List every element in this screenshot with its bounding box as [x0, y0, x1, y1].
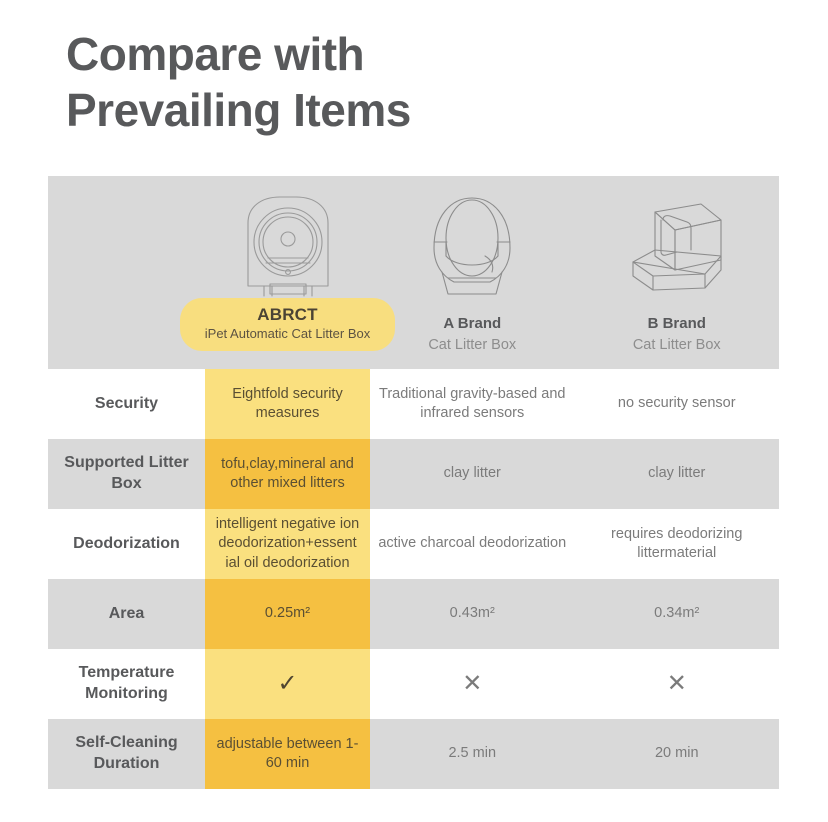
cell-brand-b-deodorization: requires deodorizing littermaterial [611, 525, 743, 561]
row-label-self-cleaning-duration: Self-Cleaning Duration [75, 734, 178, 772]
a-brand-litter-box-icon [422, 190, 522, 298]
page-title-line-1: Compare with [66, 28, 365, 80]
cell-brand-a-temperature-monitoring: ✕ [370, 649, 575, 719]
row-label-security: Security [94, 394, 159, 412]
abrct-litter-box-icon [230, 190, 346, 298]
comparison-table: ABRCT iPet Automatic Cat Litter Box A Br… [48, 176, 779, 790]
cell-abrct-area: 0.25m² [205, 579, 370, 649]
cross-icon: ✕ [462, 670, 483, 697]
cell-brand-b-security: no security sensor [617, 395, 736, 412]
cell-brand-a-self-cleaning-duration: 2.5 min [448, 745, 497, 762]
cross-icon: ✕ [666, 670, 687, 697]
cell-brand-b-area: 0.34m² [654, 605, 700, 622]
cell-brand-a-security: Traditional gravity-based and infrared s… [379, 385, 566, 421]
a-brand-subtitle: Cat Litter Box [428, 337, 517, 354]
row-label-temperature-monitoring: Temperature Monitoring [78, 664, 175, 702]
cell-abrct-supported-litter-box: tofu,clay,mineral and other mixed litter… [205, 439, 370, 509]
header-corner-spacer [48, 176, 205, 369]
row-label-area: Area [108, 604, 145, 622]
product-header-brand-a: A Brand Cat Litter Box [370, 176, 575, 369]
cell-abrct-security: Eightfold security measures [205, 369, 370, 439]
cell-brand-a-supported-litter-box: clay litter [443, 465, 501, 482]
product-header-abrct: ABRCT iPet Automatic Cat Litter Box [180, 176, 395, 369]
cell-abrct-self-cleaning-duration: adjustable between 1-60 min [205, 719, 370, 789]
b-brand-label: B Brand Cat Litter Box [633, 314, 721, 356]
table-row: Security Eightfold security measures Tra… [48, 369, 779, 439]
b-brand-litter-box-icon [625, 190, 729, 298]
abrct-brand-name: ABRCT [257, 305, 318, 324]
table-row: Self-Cleaning Duration adjustable betwee… [48, 719, 779, 789]
cell-brand-b-temperature-monitoring: ✕ [575, 649, 780, 719]
b-brand-subtitle: Cat Litter Box [632, 337, 721, 354]
cell-brand-b-self-cleaning-duration: 20 min [654, 745, 699, 762]
row-label-deodorization: Deodorization [73, 534, 180, 552]
cell-brand-a-area: 0.43m² [449, 605, 495, 622]
comparison-table-body: Security Eightfold security measures Tra… [48, 369, 779, 789]
table-row: Deodorization intelligent negative ion d… [48, 509, 779, 579]
row-label-supported-litter-box: Supported Litter Box [64, 454, 189, 492]
b-brand-name: B Brand [647, 315, 706, 332]
abrct-brand-subtitle: iPet Automatic Cat Litter Box [204, 326, 371, 342]
cell-brand-b-supported-litter-box: clay litter [648, 465, 706, 482]
check-icon: ✓ [277, 670, 298, 697]
page-title: Compare with Prevailing Items [66, 26, 706, 138]
a-brand-name: A Brand [443, 315, 502, 332]
cell-brand-a-deodorization: active charcoal deodorization [378, 535, 567, 552]
abrct-brand-badge: ABRCT iPet Automatic Cat Litter Box [180, 298, 395, 351]
table-row: Temperature Monitoring ✓ ✕ ✕ [48, 649, 779, 719]
product-header-brand-b: B Brand Cat Litter Box [575, 176, 780, 369]
page-title-line-2: Prevailing Items [66, 84, 411, 136]
cell-abrct-temperature-monitoring: ✓ [205, 649, 370, 719]
comparison-table-header: ABRCT iPet Automatic Cat Litter Box A Br… [48, 176, 779, 369]
cell-abrct-deodorization: intelligent negative ion deodorization+e… [205, 509, 370, 579]
a-brand-label: A Brand Cat Litter Box [428, 314, 516, 356]
table-row: Area 0.25m² 0.43m² 0.34m² [48, 579, 779, 649]
comparison-page: Compare with Prevailing Items ABRCT iPet… [0, 0, 828, 822]
table-row: Supported Litter Box tofu,clay,mineral a… [48, 439, 779, 509]
